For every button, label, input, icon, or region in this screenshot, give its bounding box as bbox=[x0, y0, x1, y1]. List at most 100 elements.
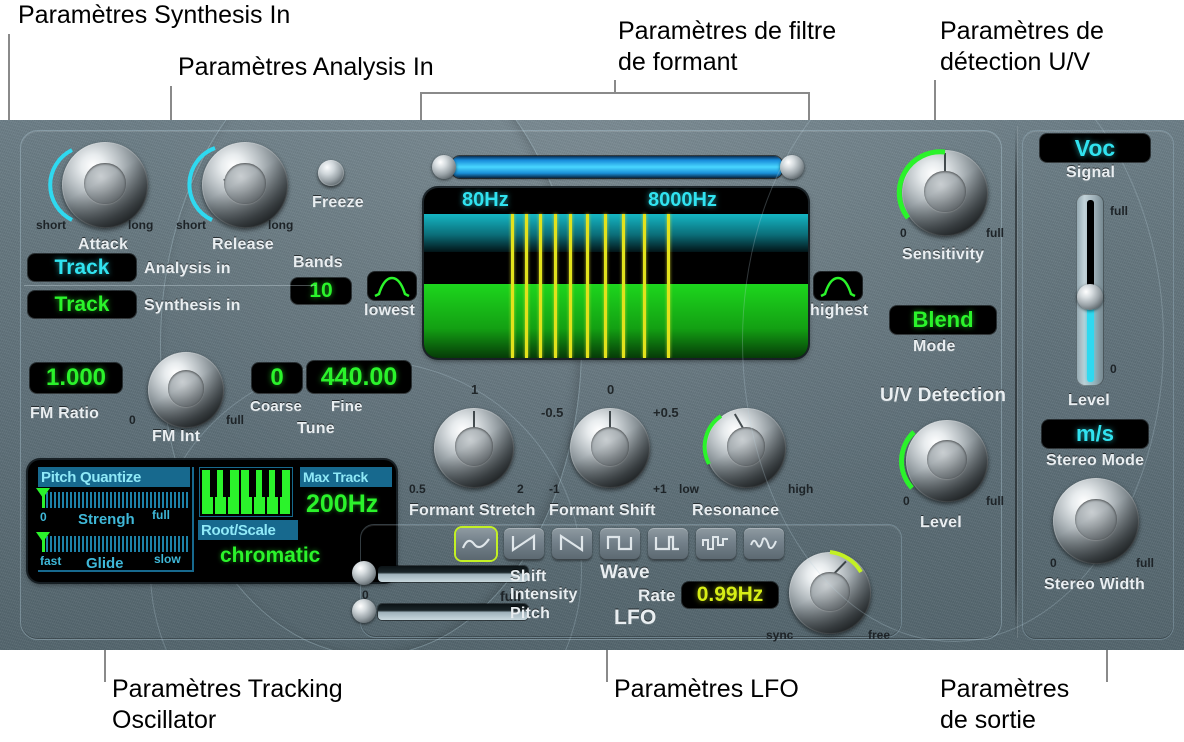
glide-max-label: slow bbox=[154, 552, 181, 566]
root-scale-value[interactable]: chromatic bbox=[220, 544, 320, 568]
callout-formant-filter: Paramètres de filtre de formant bbox=[618, 17, 837, 76]
lfo-shift-slider-handle[interactable] bbox=[352, 561, 376, 585]
release-knob[interactable] bbox=[202, 142, 288, 228]
fine-label: Fine bbox=[331, 398, 363, 415]
root-scale-keyboard[interactable] bbox=[200, 468, 292, 516]
black-key[interactable] bbox=[223, 470, 230, 497]
formant-stretch-label: Formant Stretch bbox=[409, 502, 536, 519]
random-step-icon bbox=[702, 536, 728, 550]
analysis-in-value[interactable]: Track bbox=[28, 254, 136, 281]
formant-band-line bbox=[525, 214, 528, 358]
max-track-value[interactable]: 200Hz bbox=[306, 490, 378, 519]
formant-stretch-knob[interactable] bbox=[434, 408, 514, 488]
uv-level-max-label: full bbox=[986, 494, 1004, 508]
freeze-button[interactable] bbox=[318, 160, 344, 186]
black-key[interactable] bbox=[210, 470, 217, 497]
lfo-wave-random-step-button[interactable] bbox=[696, 528, 736, 560]
tracking-oscillator-display[interactable]: Pitch Quantize 0 Strengh full fast Glide… bbox=[28, 460, 396, 582]
black-key[interactable] bbox=[249, 470, 256, 497]
lfo-title: LFO bbox=[614, 606, 657, 629]
lfo-wave-random-smooth-button[interactable] bbox=[744, 528, 784, 560]
attack-min-label: short bbox=[36, 218, 66, 232]
lfo-wave-label: Wave bbox=[600, 562, 650, 583]
bands-value[interactable]: 10 bbox=[291, 278, 351, 304]
coarse-label: Coarse bbox=[250, 398, 303, 415]
coarse-value[interactable]: 0 bbox=[252, 363, 302, 393]
release-min-label: short bbox=[176, 218, 206, 232]
attack-label: Attack bbox=[78, 236, 129, 253]
uv-mode-label: Mode bbox=[913, 338, 956, 355]
formant-shift-midmax-label: +0.5 bbox=[653, 405, 679, 420]
output-level-label: Level bbox=[1068, 392, 1110, 409]
fine-value[interactable]: 440.00 bbox=[307, 361, 411, 393]
lfo-shift-label: Shift bbox=[510, 568, 547, 585]
uv-mode-value[interactable]: Blend bbox=[890, 306, 996, 334]
lfo-wave-square-button[interactable] bbox=[600, 528, 640, 560]
lfo-pitch-label: Pitch bbox=[510, 605, 551, 622]
lfo-wave-ascending-saw-button[interactable] bbox=[552, 528, 592, 560]
formant-band-line bbox=[539, 214, 542, 358]
release-max-label: long bbox=[268, 218, 294, 232]
fm-ratio-value[interactable]: 1.000 bbox=[30, 363, 122, 393]
freeze-label: Freeze bbox=[312, 194, 364, 211]
strength-min-label: 0 bbox=[40, 510, 47, 524]
fm-ratio-label: FM Ratio bbox=[30, 405, 100, 422]
lfo-pitch-slider-handle[interactable] bbox=[352, 599, 376, 623]
lfo-rate-label: Rate bbox=[638, 586, 676, 605]
band-range-left-handle[interactable] bbox=[432, 155, 456, 179]
formant-shift-knob[interactable] bbox=[570, 408, 650, 488]
output-level-max-label: full bbox=[1110, 204, 1128, 218]
band-range-slider[interactable] bbox=[452, 156, 782, 178]
lfo-pitch-slider[interactable] bbox=[378, 604, 528, 620]
leader-formant-right-v bbox=[808, 92, 810, 122]
random-smooth-icon bbox=[750, 537, 777, 550]
callout-synthesis-in: Paramètres Synthesis In bbox=[18, 1, 291, 29]
formant-band-line bbox=[604, 214, 607, 358]
callout-lfo: Paramètres LFO bbox=[614, 675, 799, 703]
stereo-width-knob[interactable] bbox=[1053, 478, 1139, 564]
section-separator bbox=[24, 285, 316, 286]
output-level-slider-handle[interactable] bbox=[1077, 284, 1103, 310]
uv-level-knob[interactable] bbox=[906, 420, 988, 502]
uv-sensitivity-max-label: full bbox=[986, 226, 1004, 240]
formant-analysis-band bbox=[424, 214, 808, 252]
lfo-rate-value[interactable]: 0.99Hz bbox=[682, 582, 778, 608]
lfo-wave-descending-saw-button[interactable] bbox=[504, 528, 544, 560]
fm-int-knob[interactable] bbox=[148, 352, 224, 428]
lfo-wave-pulse-button[interactable] bbox=[648, 528, 688, 560]
pitch-quantize-header: Pitch Quantize bbox=[38, 467, 190, 487]
synthesis-in-value[interactable]: Track bbox=[28, 291, 136, 318]
lfo-wave-sine-button[interactable] bbox=[456, 528, 496, 560]
lowest-curve-button[interactable] bbox=[368, 272, 416, 300]
output-level-track-lower bbox=[1087, 302, 1094, 382]
fm-int-min-label: 0 bbox=[129, 413, 136, 427]
attack-max-label: long bbox=[128, 218, 154, 232]
pulse-wave-icon bbox=[654, 535, 679, 551]
ascending-saw-icon bbox=[559, 533, 584, 553]
black-key[interactable] bbox=[275, 470, 282, 497]
root-scale-header: Root/Scale bbox=[198, 520, 298, 540]
trackosc-left-border bbox=[38, 570, 192, 572]
glide-min-label: fast bbox=[40, 554, 62, 568]
formant-stretch-min-label: 0.5 bbox=[409, 482, 426, 496]
evoc20-plugin-window: short long Attack short long Release Fre… bbox=[0, 120, 1184, 650]
callout-uv-detection: Paramètres de détection U/V bbox=[940, 17, 1104, 76]
formant-shift-max-label: +1 bbox=[653, 482, 667, 496]
glide-bar[interactable] bbox=[42, 536, 190, 552]
formant-band-line bbox=[569, 214, 572, 358]
lfo-shift-slider[interactable] bbox=[378, 566, 528, 582]
black-key[interactable] bbox=[262, 470, 269, 497]
strength-bar[interactable] bbox=[42, 492, 190, 508]
leader-formant-left-v bbox=[420, 92, 422, 122]
attack-knob[interactable] bbox=[62, 142, 148, 228]
trackosc-separator bbox=[192, 467, 194, 572]
uv-detection-title: U/V Detection bbox=[880, 385, 1007, 406]
formant-stretch-max-label: 2 bbox=[517, 482, 524, 496]
stereo-mode-value[interactable]: m/s bbox=[1042, 420, 1148, 448]
strength-label: Strengh bbox=[78, 511, 135, 528]
uv-sensitivity-knob[interactable] bbox=[902, 150, 988, 236]
output-signal-value[interactable]: Voc bbox=[1040, 134, 1150, 162]
stereo-width-max-label: full bbox=[1136, 556, 1154, 570]
formant-band-line bbox=[622, 214, 625, 358]
stereo-width-min-label: 0 bbox=[1050, 556, 1057, 570]
